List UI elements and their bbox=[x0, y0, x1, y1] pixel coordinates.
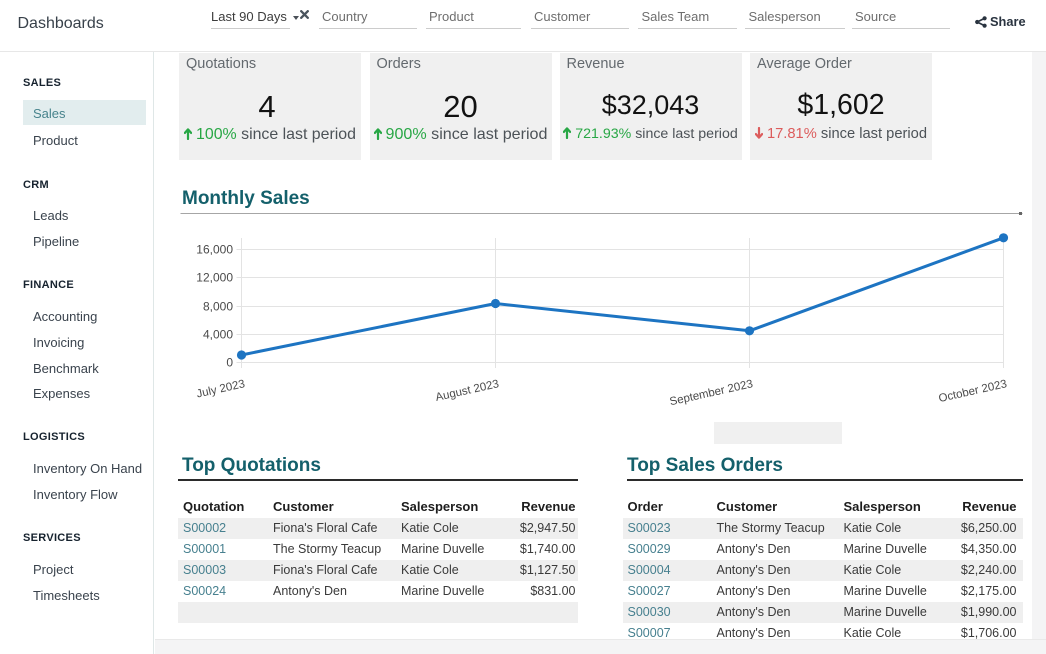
svg-text:4,000: 4,000 bbox=[203, 328, 233, 342]
svg-text:September 2023: September 2023 bbox=[669, 378, 755, 408]
svg-text:0: 0 bbox=[226, 356, 233, 370]
svg-text:October 2023: October 2023 bbox=[938, 378, 1009, 405]
svg-text:August 2023: August 2023 bbox=[434, 378, 500, 404]
svg-text:12,000: 12,000 bbox=[196, 271, 233, 285]
svg-text:8,000: 8,000 bbox=[203, 300, 233, 314]
svg-text:July 2023: July 2023 bbox=[195, 378, 246, 400]
svg-text:16,000: 16,000 bbox=[196, 243, 233, 257]
